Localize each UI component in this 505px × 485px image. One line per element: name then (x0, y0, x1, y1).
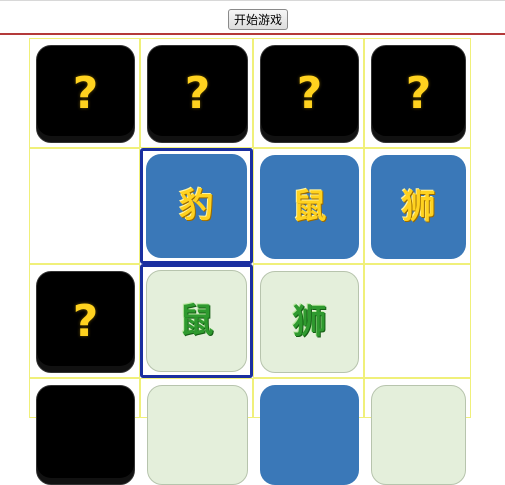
board-cell[interactable]: ? (29, 264, 140, 378)
board-cell[interactable] (29, 148, 140, 264)
board-cell[interactable]: 狮 (253, 264, 364, 378)
board-cell[interactable] (253, 378, 364, 485)
board-cell[interactable] (364, 378, 471, 485)
face-down-piece[interactable]: ? (371, 45, 466, 143)
question-mark-icon: ? (296, 68, 323, 119)
board-cell[interactable] (140, 378, 253, 485)
board-cell[interactable]: ? (364, 38, 471, 148)
piece-label: 狮 (292, 302, 327, 342)
board-cell[interactable]: ? (253, 38, 364, 148)
piece-label: 鼠 (292, 187, 327, 227)
question-mark-icon: ? (405, 68, 432, 119)
blue-animal-piece[interactable]: 豹 (146, 154, 247, 258)
board-cell[interactable]: ? (140, 38, 253, 148)
board-cell[interactable]: 鼠 (140, 264, 253, 378)
blue-animal-piece[interactable]: 鼠 (260, 155, 359, 259)
face-down-piece[interactable]: ? (260, 45, 359, 143)
green-animal-piece[interactable]: 鼠 (146, 270, 247, 372)
face-down-piece[interactable] (36, 385, 135, 485)
piece-label: 鼠 (179, 301, 214, 341)
piece-label: 豹 (179, 186, 214, 226)
board-cell[interactable]: ? (29, 38, 140, 148)
question-mark-icon: ? (72, 68, 99, 119)
board-cell[interactable]: 狮 (364, 148, 471, 264)
green-animal-piece[interactable] (147, 385, 248, 485)
green-animal-piece[interactable]: 狮 (260, 271, 359, 373)
blue-animal-piece[interactable] (260, 385, 359, 485)
board-cell[interactable] (364, 264, 471, 378)
blue-animal-piece[interactable]: 狮 (371, 155, 466, 259)
face-down-piece[interactable]: ? (36, 271, 135, 373)
green-animal-piece[interactable] (371, 385, 466, 485)
piece-label: 狮 (401, 187, 436, 227)
toolbar: 开始游戏 (0, 0, 505, 35)
face-down-piece[interactable]: ? (36, 45, 135, 143)
board-cell[interactable]: 鼠 (253, 148, 364, 264)
face-down-piece[interactable]: ? (147, 45, 248, 143)
question-mark-icon: ? (72, 296, 99, 347)
start-game-button[interactable]: 开始游戏 (228, 9, 288, 30)
board-cell[interactable] (29, 378, 140, 485)
board-cell[interactable]: 豹 (140, 148, 253, 264)
question-mark-icon: ? (184, 68, 211, 119)
